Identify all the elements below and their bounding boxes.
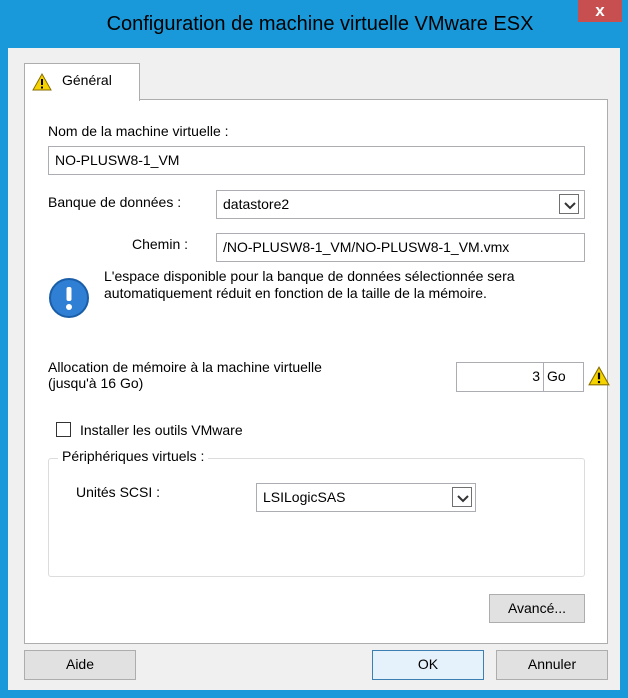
datastore-dropdown-button[interactable]	[559, 194, 579, 214]
cancel-button[interactable]: Annuler	[496, 650, 608, 680]
chevron-down-icon	[457, 495, 469, 503]
memory-unit: Go	[543, 362, 584, 392]
advanced-button[interactable]: Avancé...	[489, 594, 585, 623]
path-label: Chemin :	[132, 236, 189, 252]
info-text: L'espace disponible pour la banque de do…	[104, 268, 515, 301]
memory-warning-icon	[588, 366, 610, 386]
scsi-dropdown-button[interactable]	[452, 487, 472, 507]
memory-label: Allocation de mémoire à la machine virtu…	[48, 359, 322, 391]
datastore-select[interactable]: datastore2	[216, 190, 585, 219]
memory-label-line1: Allocation de mémoire à la machine virtu…	[48, 359, 322, 375]
vm-name-input[interactable]: NO-PLUSW8-1_VM	[48, 146, 585, 175]
path-input[interactable]: /NO-PLUSW8-1_VM/NO-PLUSW8-1_VM.vmx	[216, 233, 585, 262]
chevron-down-icon	[564, 202, 576, 210]
info-icon	[49, 278, 89, 318]
warning-icon	[32, 73, 52, 91]
memory-input[interactable]: 3	[456, 362, 544, 392]
help-button[interactable]: Aide	[24, 650, 136, 680]
datastore-value: datastore2	[223, 196, 290, 212]
window-title: Configuration de machine virtuelle VMwar…	[106, 13, 534, 35]
scsi-select[interactable]: LSILogicSAS	[256, 483, 476, 512]
tab-general-label: Général	[62, 72, 112, 88]
virtual-devices-group	[48, 458, 585, 577]
scsi-value: LSILogicSAS	[263, 489, 346, 505]
close-button[interactable]: x	[578, 0, 622, 22]
scsi-label: Unités SCSI :	[76, 484, 161, 500]
install-vmware-tools-label: Installer les outils VMware	[80, 422, 243, 438]
install-vmware-tools-checkbox[interactable]	[56, 422, 71, 437]
datastore-label: Banque de données :	[48, 194, 182, 210]
memory-label-line2: (jusqu'à 16 Go)	[48, 375, 144, 391]
ok-button[interactable]: OK	[372, 650, 484, 680]
vm-name-label: Nom de la machine virtuelle :	[48, 123, 229, 139]
virtual-devices-legend: Périphériques virtuels :	[58, 448, 209, 464]
